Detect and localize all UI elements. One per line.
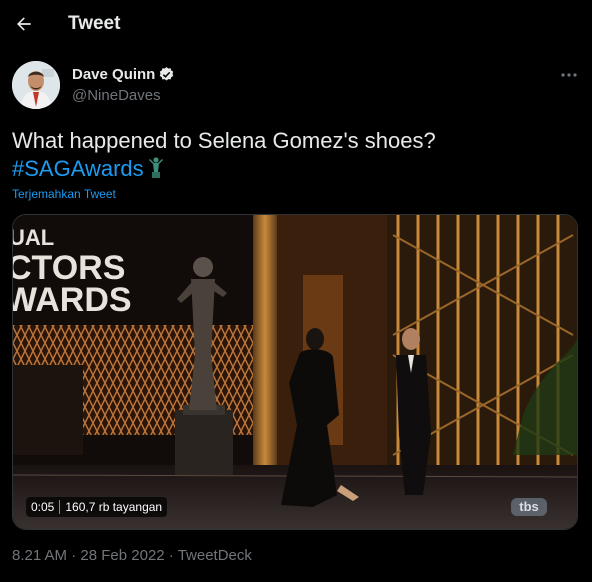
tweet-video[interactable]: UAL CTORS WARDS tbs <box>12 214 578 530</box>
sign-line-3: WARDS <box>13 281 132 319</box>
tweet-date[interactable]: 28 Feb 2022 <box>80 547 164 564</box>
avatar[interactable] <box>12 61 60 109</box>
video-views: 160,7 rb tayangan <box>65 500 163 514</box>
tweet-source[interactable]: TweetDeck <box>178 547 252 564</box>
page-title: Tweet <box>68 13 121 34</box>
tweet-body: What happened to Selena Gomez's shoes? <box>12 128 436 153</box>
hashtag-link[interactable]: #SAGAwards <box>12 156 144 181</box>
sign-line-1: UAL <box>13 225 54 250</box>
verified-badge-icon <box>159 67 174 81</box>
tweet-text: What happened to Selena Gomez's shoes? #… <box>12 127 572 183</box>
watermark-text: tbs <box>519 499 539 514</box>
video-duration: 0:05 <box>31 500 55 514</box>
header-bar: Tweet <box>0 0 592 48</box>
meta-separator-1: · <box>67 547 81 564</box>
arrow-left-icon <box>17 17 31 31</box>
meta-separator-2: · <box>164 547 178 564</box>
more-dots-icon <box>561 73 577 77</box>
tweet-meta: 8.21 AM · 28 Feb 2022 · TweetDeck <box>12 547 252 564</box>
more-options-button[interactable] <box>556 62 582 88</box>
back-button[interactable] <box>12 10 36 38</box>
author-name[interactable]: Dave Quinn <box>72 66 155 83</box>
tbs-watermark: tbs <box>511 498 547 516</box>
translate-tweet-link[interactable]: Terjemahkan Tweet <box>12 187 116 201</box>
tweet-time[interactable]: 8.21 AM <box>12 547 67 564</box>
trophy-statue-emoji <box>148 157 163 178</box>
video-info-badge: 0:05 160,7 rb tayangan <box>26 497 168 517</box>
author-handle[interactable]: @NineDaves <box>72 87 161 104</box>
